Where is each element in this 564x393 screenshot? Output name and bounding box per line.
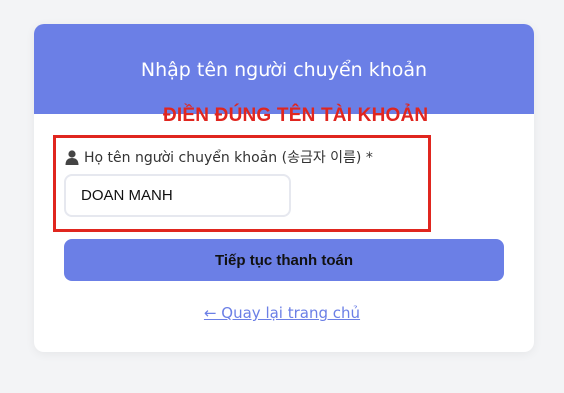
- sender-name-label: Họ tên người chuyển khoản (송금자 이름) *: [64, 147, 373, 167]
- sender-name-label-text: Họ tên người chuyển khoản (송금자 이름) *: [84, 150, 373, 166]
- instruction-annotation: ĐIỀN ĐÚNG TÊN TÀI KHOẢN: [163, 105, 429, 126]
- continue-payment-button[interactable]: Tiếp tục thanh toán: [64, 239, 504, 281]
- page-title: Nhập tên người chuyển khoản: [140, 59, 428, 81]
- back-home-link[interactable]: ← Quay lại trang chủ: [0, 304, 564, 322]
- sender-name-input[interactable]: [64, 174, 291, 217]
- card-header: Nhập tên người chuyển khoản: [34, 24, 534, 114]
- person-icon: [64, 149, 80, 165]
